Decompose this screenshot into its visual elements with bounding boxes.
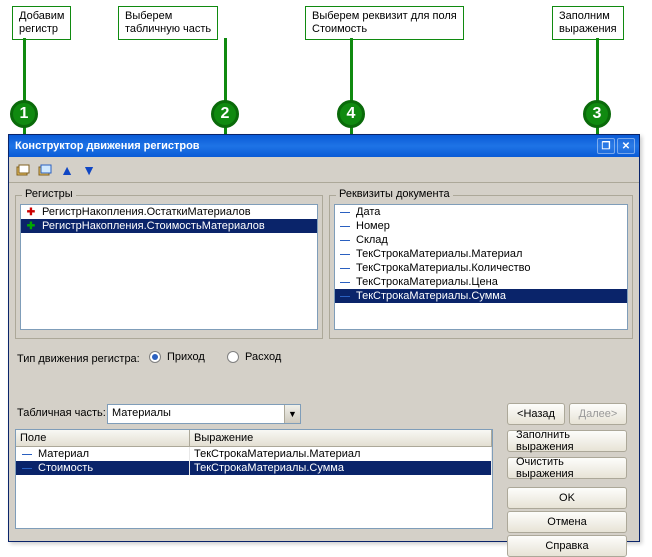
- grid-cell-expression: ТекСтрокаМатериалы.Сумма: [190, 461, 492, 475]
- marker-1: 1: [10, 100, 38, 128]
- doc-attribute-item[interactable]: — ТекСтрокаМатериалы.Цена: [335, 275, 627, 289]
- radio-expense-label: Расход: [245, 351, 281, 363]
- registers-group: Регистры ✚РегистрНакопления.ОстаткиМатер…: [15, 195, 323, 339]
- marker-2: 2: [211, 100, 239, 128]
- fill-expressions-button[interactable]: Заполнить выражения: [507, 430, 627, 452]
- grid-cell-field: — Материал: [16, 447, 190, 461]
- radio-expense-dot: [227, 351, 239, 363]
- doc-attribute-item[interactable]: — ТекСтрокаМатериалы.Количество: [335, 261, 627, 275]
- doc-attribute-item[interactable]: — Склад: [335, 233, 627, 247]
- toolbar-icon-2[interactable]: [37, 162, 53, 178]
- grid-header-expression[interactable]: Выражение: [190, 430, 492, 446]
- tabular-part-value: Материалы: [108, 405, 284, 423]
- toolbar: ▲ ▼: [9, 157, 639, 183]
- callout-2: Выберем табличную часть: [118, 6, 218, 40]
- grid-header: Поле Выражение: [16, 430, 492, 447]
- attribute-icon: —: [338, 220, 352, 232]
- movement-type-label: Тип движения регистра:: [17, 353, 140, 365]
- doc-attribute-label: Дата: [356, 206, 380, 218]
- doc-attributes-group: Реквизиты документа —Дата—Номер—Склад—Те…: [329, 195, 633, 339]
- callout-1: Добавим регистр: [12, 6, 71, 40]
- doc-attribute-label: ТекСтрокаМатериалы.Количество: [356, 262, 530, 274]
- doc-attributes-listbox[interactable]: — Дата — Номер — Склад — ТекСтрокаМатериалы.Мат…: [334, 204, 628, 330]
- toolbar-icon-1[interactable]: [15, 162, 31, 178]
- next-button[interactable]: Далее>: [569, 403, 627, 425]
- combo-dropdown-icon[interactable]: ▼: [284, 405, 300, 423]
- grid-header-field[interactable]: Поле: [16, 430, 190, 446]
- titlebar-close-button[interactable]: ✕: [617, 138, 635, 154]
- titlebar[interactable]: Конструктор движения регистров ❐ ✕: [9, 135, 639, 157]
- attribute-icon: —: [338, 276, 352, 288]
- callout-3: Заполним выражения: [552, 6, 624, 40]
- marker-3: 3: [583, 100, 611, 128]
- back-button[interactable]: <Назад: [507, 403, 565, 425]
- doc-attribute-label: ТекСтрокаМатериалы.Материал: [356, 248, 522, 260]
- field-icon: —: [20, 462, 34, 474]
- ok-button[interactable]: OK: [507, 487, 627, 509]
- arrow-up-icon[interactable]: ▲: [59, 162, 75, 178]
- marker-4: 4: [337, 100, 365, 128]
- doc-attribute-label: ТекСтрокаМатериалы.Цена: [356, 276, 498, 288]
- register-item-label: РегистрНакопления.ОстаткиМатериалов: [42, 206, 251, 218]
- grid-cell-expression: ТекСтрокаМатериалы.Материал: [190, 447, 492, 461]
- register-item[interactable]: ✚ РегистрНакопления.СтоимостьМатериалов: [21, 219, 317, 233]
- expressions-grid[interactable]: Поле Выражение — Материал ТекСтрокаМатериа…: [15, 429, 493, 529]
- grid-row[interactable]: — Материал ТекСтрокаМатериалы.Материал: [16, 447, 492, 461]
- attribute-icon: —: [338, 262, 352, 274]
- doc-attribute-label: Номер: [356, 220, 390, 232]
- tabular-part-label: Табличная часть:: [17, 407, 106, 419]
- radio-income-dot: [149, 351, 161, 363]
- radio-income[interactable]: Приход: [149, 351, 205, 363]
- dialog-constructor: Конструктор движения регистров ❐ ✕ ▲ ▼ Р…: [8, 134, 640, 542]
- registers-group-title: Регистры: [22, 188, 76, 200]
- attribute-icon: —: [338, 290, 352, 302]
- grid-field-label: Стоимость: [38, 462, 93, 474]
- dialog-body: ▲ ▼ Регистры ✚РегистрНакопления.ОстаткиМ…: [9, 157, 639, 541]
- grid-row[interactable]: — Стоимость ТекСтрокаМатериалы.Сумма: [16, 461, 492, 475]
- window-title: Конструктор движения регистров: [15, 140, 200, 152]
- callout-4: Выберем реквизит для поля Стоимость: [305, 6, 464, 40]
- register-item[interactable]: ✚ РегистрНакопления.ОстаткиМатериалов: [21, 205, 317, 219]
- doc-attribute-label: ТекСтрокаМатериалы.Сумма: [356, 290, 506, 302]
- register-item-label: РегистрНакопления.СтоимостьМатериалов: [42, 220, 265, 232]
- doc-attribute-item[interactable]: — ТекСтрокаМатериалы.Сумма: [335, 289, 627, 303]
- doc-attributes-group-title: Реквизиты документа: [336, 188, 453, 200]
- radio-income-label: Приход: [167, 351, 205, 363]
- tabular-part-combo[interactable]: Материалы ▼: [107, 404, 301, 424]
- attribute-icon: —: [338, 248, 352, 260]
- register-icon: ✚: [24, 206, 38, 218]
- field-icon: —: [20, 448, 34, 460]
- grid-field-label: Материал: [38, 448, 89, 460]
- attribute-icon: —: [338, 206, 352, 218]
- arrow-down-icon[interactable]: ▼: [81, 162, 97, 178]
- registers-listbox[interactable]: ✚ РегистрНакопления.ОстаткиМатериалов ✚ Рег…: [20, 204, 318, 330]
- doc-attribute-item[interactable]: — Дата: [335, 205, 627, 219]
- clear-expressions-button[interactable]: Очистить выражения: [507, 457, 627, 479]
- doc-attribute-label: Склад: [356, 234, 388, 246]
- doc-attribute-item[interactable]: — Номер: [335, 219, 627, 233]
- register-icon: ✚: [24, 220, 38, 232]
- attribute-icon: —: [338, 234, 352, 246]
- grid-cell-field: — Стоимость: [16, 461, 190, 475]
- cancel-button[interactable]: Отмена: [507, 511, 627, 533]
- radio-expense[interactable]: Расход: [227, 351, 281, 363]
- titlebar-restore-button[interactable]: ❐: [597, 138, 615, 154]
- doc-attribute-item[interactable]: — ТекСтрокаМатериалы.Материал: [335, 247, 627, 261]
